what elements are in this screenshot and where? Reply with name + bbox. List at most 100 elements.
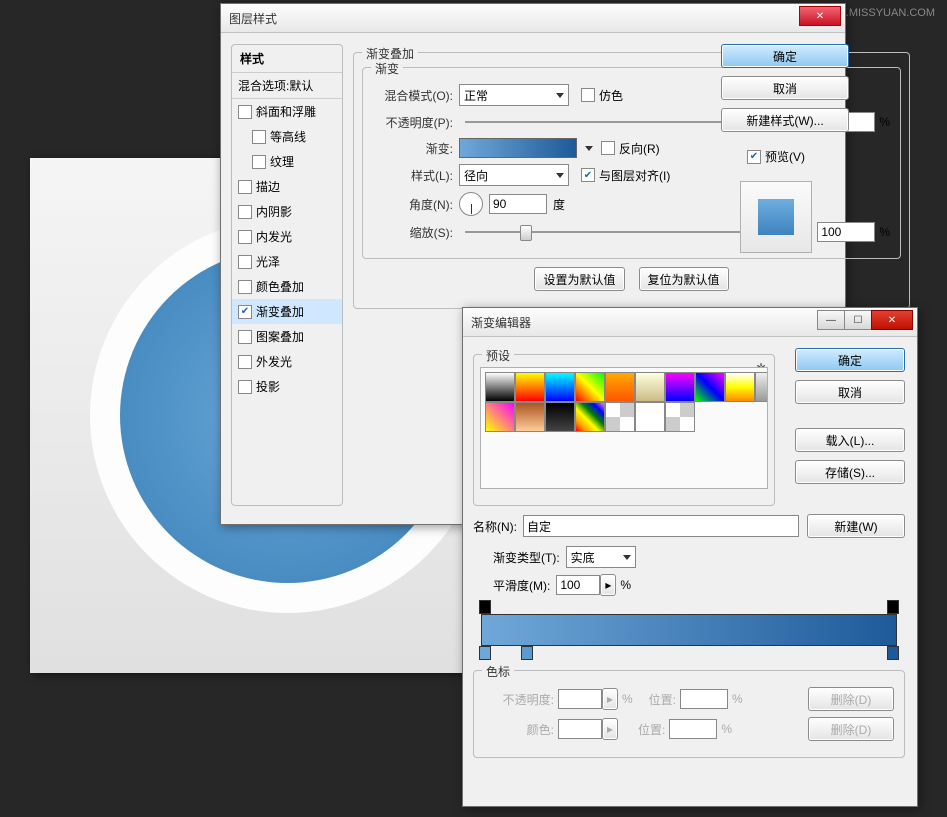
- stops-title: 色标: [482, 663, 514, 680]
- new-button[interactable]: 新建(W): [807, 514, 905, 538]
- gradient-ramp[interactable]: [481, 614, 897, 646]
- preview-check[interactable]: [747, 150, 761, 164]
- preset-thumb[interactable]: [725, 372, 755, 402]
- style-item[interactable]: 渐变叠加: [232, 299, 342, 324]
- style-item[interactable]: 投影: [232, 374, 342, 399]
- smooth-input[interactable]: 100: [556, 575, 600, 595]
- preset-thumb[interactable]: [635, 402, 665, 432]
- smooth-label: 平滑度(M):: [493, 577, 550, 594]
- type-combo[interactable]: 实底: [566, 546, 636, 568]
- align-check[interactable]: [581, 168, 595, 182]
- preset-thumb[interactable]: [575, 372, 605, 402]
- style-item[interactable]: 光泽: [232, 249, 342, 274]
- preset-thumb[interactable]: [665, 402, 695, 432]
- reverse-check[interactable]: [601, 141, 615, 155]
- color-stop-1[interactable]: [479, 646, 491, 660]
- style-item[interactable]: 内阴影: [232, 199, 342, 224]
- style-check[interactable]: [252, 155, 266, 169]
- style-check[interactable]: [238, 230, 252, 244]
- name-label: 名称(N):: [473, 518, 517, 535]
- cancel-button[interactable]: 取消: [795, 380, 905, 404]
- style-item[interactable]: 斜面和浮雕: [232, 99, 342, 124]
- preset-thumb[interactable]: [605, 372, 635, 402]
- close-button[interactable]: ✕: [871, 310, 913, 330]
- style-combo[interactable]: 径向: [459, 164, 569, 186]
- preset-thumb[interactable]: [635, 372, 665, 402]
- style-check[interactable]: [252, 130, 266, 144]
- gradient-label: 渐变:: [373, 140, 453, 157]
- style-check[interactable]: [238, 180, 252, 194]
- style-check[interactable]: [238, 205, 252, 219]
- stop-pos-label: 位置:: [649, 691, 676, 708]
- preset-thumb[interactable]: [515, 372, 545, 402]
- gradient-picker[interactable]: [459, 138, 577, 158]
- presets-group: 预设 ✲: [473, 354, 775, 506]
- angle-label: 角度(N):: [373, 196, 453, 213]
- dlg1-titlebar[interactable]: 图层样式 ✕: [221, 4, 845, 33]
- presets-label: 预设: [482, 347, 514, 364]
- close-button[interactable]: ✕: [799, 6, 841, 26]
- style-item[interactable]: 内发光: [232, 224, 342, 249]
- style-check[interactable]: [238, 105, 252, 119]
- style-check[interactable]: [238, 305, 252, 319]
- preset-thumb[interactable]: [575, 402, 605, 432]
- color-stop-3[interactable]: [887, 646, 899, 660]
- stop-pos-label-2: 位置:: [638, 721, 665, 738]
- ok-button[interactable]: 确定: [795, 348, 905, 372]
- dlg1-title: 图层样式: [229, 10, 277, 27]
- minimize-button[interactable]: —: [817, 310, 845, 330]
- style-item[interactable]: 纹理: [232, 149, 342, 174]
- gradient-editor-dialog: 渐变编辑器 — ☐ ✕ 预设 ✲ 确定 取消 载入(L)... 存储(S)...…: [462, 307, 918, 807]
- maximize-button[interactable]: ☐: [844, 310, 872, 330]
- preset-thumb[interactable]: [485, 372, 515, 402]
- style-check[interactable]: [238, 255, 252, 269]
- style-item[interactable]: 颜色叠加: [232, 274, 342, 299]
- preset-thumb[interactable]: [515, 402, 545, 432]
- opacity-stop-left[interactable]: [479, 600, 491, 614]
- styles-header: 样式: [232, 45, 342, 72]
- stop-color-swatch: [558, 719, 602, 739]
- make-default-button[interactable]: 设置为默认值: [534, 267, 624, 291]
- style-item[interactable]: 等高线: [232, 124, 342, 149]
- style-check[interactable]: [238, 280, 252, 294]
- blend-mode-combo[interactable]: 正常: [459, 84, 569, 106]
- align-label: 与图层对齐(I): [599, 167, 670, 184]
- opacity-stop-right[interactable]: [887, 600, 899, 614]
- delete-opacity-stop: 删除(D): [808, 687, 894, 711]
- stop-color-label: 颜色:: [484, 721, 554, 738]
- cancel-button[interactable]: 取消: [721, 76, 849, 100]
- dlg1-right-column: 确定 取消 新建样式(W)... 预览(V): [721, 44, 831, 253]
- angle-dial[interactable]: [459, 192, 483, 216]
- ok-button[interactable]: 确定: [721, 44, 849, 68]
- preset-thumb[interactable]: [545, 372, 575, 402]
- style-item[interactable]: 描边: [232, 174, 342, 199]
- style-check[interactable]: [238, 330, 252, 344]
- style-item[interactable]: 图案叠加: [232, 324, 342, 349]
- style-item[interactable]: 外发光: [232, 349, 342, 374]
- preset-thumb[interactable]: [545, 402, 575, 432]
- preset-thumb[interactable]: [485, 402, 515, 432]
- angle-input[interactable]: 90: [489, 194, 547, 214]
- stop-pos-input: [680, 689, 728, 709]
- preset-thumb[interactable]: [605, 402, 635, 432]
- style-check[interactable]: [238, 355, 252, 369]
- preset-thumb[interactable]: [755, 372, 768, 402]
- name-input[interactable]: 自定: [523, 515, 799, 537]
- smooth-arrow[interactable]: ▸: [600, 574, 616, 596]
- dither-label: 仿色: [599, 87, 623, 104]
- blend-options[interactable]: 混合选项:默认: [232, 72, 342, 99]
- preset-thumb[interactable]: [695, 372, 725, 402]
- style-check[interactable]: [238, 380, 252, 394]
- preview-label: 预览(V): [765, 148, 805, 165]
- dither-check[interactable]: [581, 88, 595, 102]
- preset-thumb[interactable]: [665, 372, 695, 402]
- load-button[interactable]: 载入(L)...: [795, 428, 905, 452]
- new-style-button[interactable]: 新建样式(W)...: [721, 108, 849, 132]
- reset-default-button[interactable]: 复位为默认值: [639, 267, 729, 291]
- style-label: 样式(L):: [373, 167, 453, 184]
- save-button[interactable]: 存储(S)...: [795, 460, 905, 484]
- color-stop-2[interactable]: [521, 646, 533, 660]
- scale-label: 缩放(S):: [373, 224, 453, 241]
- dlg2-titlebar[interactable]: 渐变编辑器 — ☐ ✕: [463, 308, 917, 337]
- sub-title: 渐变: [371, 60, 403, 77]
